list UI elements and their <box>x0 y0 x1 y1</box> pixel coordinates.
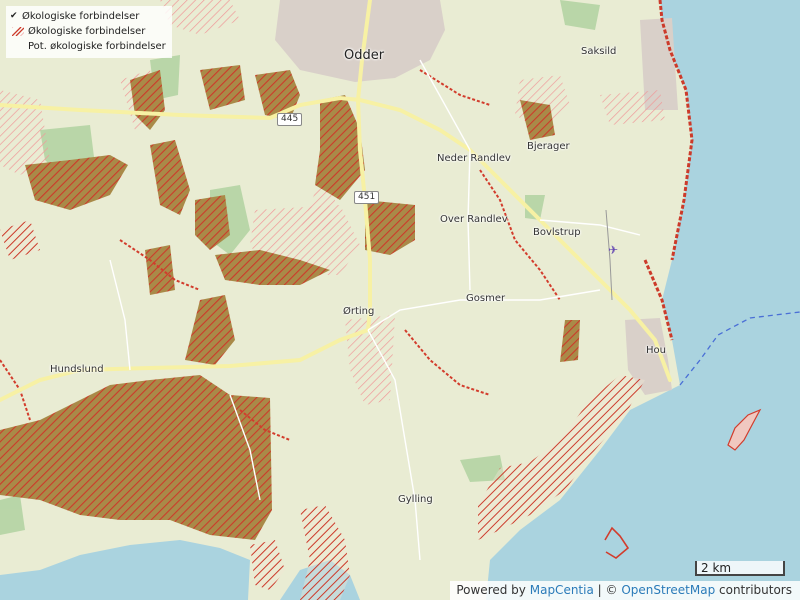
attribution-suffix: contributors <box>719 583 792 597</box>
airport-icon: ✈ <box>608 243 619 257</box>
scale-bar: 2 km <box>695 561 785 576</box>
attribution-separator: | © <box>597 583 618 597</box>
place-odder[interactable]: Odder <box>344 48 384 63</box>
place-neder-randlev[interactable]: Neder Randlev <box>437 153 511 164</box>
red-hatch-swatch-icon <box>12 27 24 36</box>
place-gylling[interactable]: Gylling <box>398 494 433 505</box>
attribution: Powered by MapCentia | © OpenStreetMap c… <box>450 581 800 600</box>
layer-legend: ✔ Økologiske forbindelser Økologiske for… <box>6 6 172 58</box>
place-saksild[interactable]: Saksild <box>581 46 616 57</box>
place-over-randlev[interactable]: Over Randlev <box>440 214 508 225</box>
place-hundslund[interactable]: Hundslund <box>50 364 104 375</box>
openstreetmap-link[interactable]: OpenStreetMap <box>621 583 715 597</box>
layer-checkbox-icon[interactable]: ✔ <box>10 12 19 21</box>
legend-row-potential: Pot. økologiske forbindelser <box>10 39 166 54</box>
legend-label-eco: Økologiske forbindelser <box>22 11 140 22</box>
place-gosmer[interactable]: Gosmer <box>466 293 505 304</box>
mapcentia-link[interactable]: MapCentia <box>530 583 594 597</box>
place-hou[interactable]: Hou <box>646 345 666 356</box>
road-shield-451: 451 <box>354 191 380 204</box>
road-shield-445: 445 <box>277 113 303 126</box>
legend-label-potential: Pot. økologiske forbindelser <box>28 41 166 52</box>
legend-row-eco[interactable]: ✔ Økologiske forbindelser <box>10 9 166 24</box>
attribution-prefix: Powered by <box>456 583 526 597</box>
place-bjerager[interactable]: Bjerager <box>527 141 570 152</box>
map-canvas[interactable] <box>0 0 800 600</box>
legend-row-eco-swatch: Økologiske forbindelser <box>10 24 166 39</box>
pink-hatch-swatch-icon <box>12 42 24 51</box>
place-bovlstrup[interactable]: Bovlstrup <box>533 227 581 238</box>
legend-label-eco-swatch: Økologiske forbindelser <box>28 26 146 37</box>
place-orting[interactable]: Ørting <box>343 306 374 317</box>
